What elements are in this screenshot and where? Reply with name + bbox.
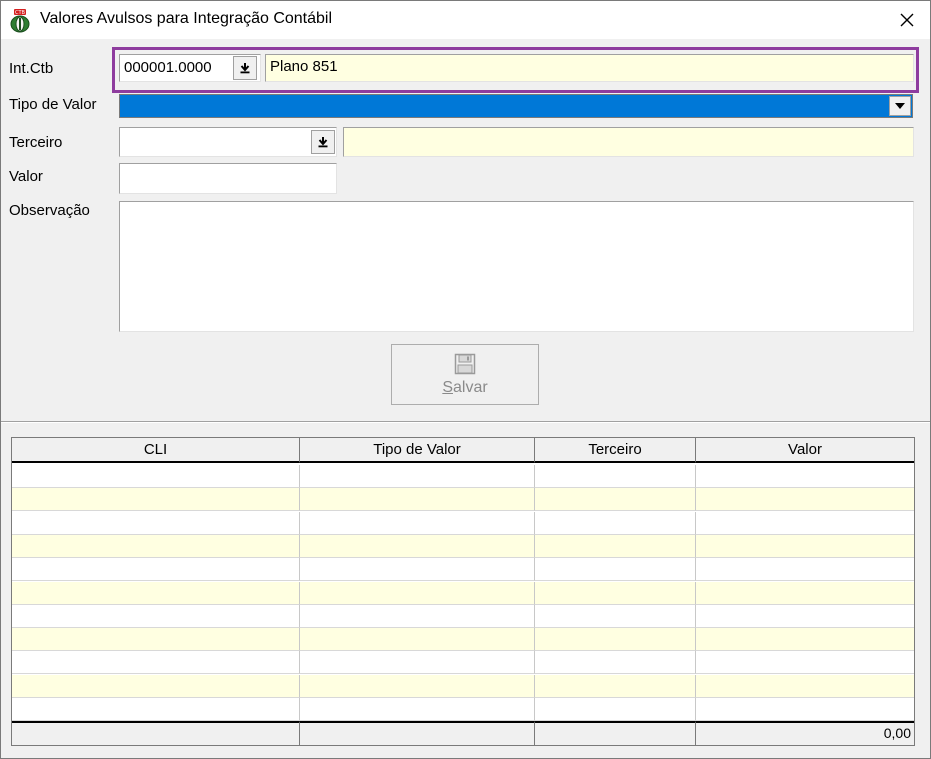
column-header-cli[interactable]: CLI — [12, 438, 300, 463]
grid-cell-cli[interactable] — [12, 581, 300, 605]
intctb-lookup-button[interactable] — [233, 56, 257, 80]
grid-cell-cli[interactable] — [12, 604, 300, 628]
grid-cell-cli[interactable] — [12, 534, 300, 558]
close-icon — [900, 13, 914, 27]
grid-cell-tipo-valor[interactable] — [300, 698, 535, 721]
grid-cell-valor[interactable] — [696, 534, 914, 558]
grid-cell-terceiro[interactable] — [535, 558, 696, 582]
terceiro-description-field — [343, 127, 914, 157]
grid-cell-terceiro[interactable] — [535, 628, 696, 652]
grid-cell-cli[interactable] — [12, 651, 300, 675]
intctb-label: Int.Ctb — [9, 60, 54, 77]
grid-cell-cli[interactable] — [12, 674, 300, 698]
grid-cell-terceiro[interactable] — [535, 511, 696, 535]
grid-cell-tipo-valor[interactable] — [300, 604, 535, 628]
save-button[interactable]: Salvar — [391, 344, 539, 405]
arrow-down-icon — [240, 63, 250, 74]
grid-cell-valor[interactable] — [696, 511, 914, 535]
intctb-description-field: Plano 851 — [265, 54, 914, 82]
observacao-label: Observação — [9, 202, 90, 219]
close-button[interactable] — [884, 1, 930, 39]
grid-cell-valor[interactable] — [696, 488, 914, 512]
grid-cell-terceiro[interactable] — [535, 465, 696, 488]
grid-cell-tipo-valor[interactable] — [300, 488, 535, 512]
column-header-valor[interactable]: Valor — [696, 438, 914, 463]
grid-cell-valor[interactable] — [696, 558, 914, 582]
grid-cell-terceiro[interactable] — [535, 581, 696, 605]
grid-cell-tipo-valor[interactable] — [300, 534, 535, 558]
grid-cell-terceiro[interactable] — [535, 698, 696, 721]
grid-cell-tipo-valor[interactable] — [300, 465, 535, 488]
title-bar: CTB Valores Avulsos para Integração Cont… — [1, 1, 930, 39]
grid-cell-valor[interactable] — [696, 698, 914, 721]
footer-cell-tipo-valor — [300, 721, 535, 745]
arrow-down-icon — [318, 137, 328, 148]
terceiro-code-field[interactable] — [119, 127, 337, 157]
grid-cell-terceiro[interactable] — [535, 488, 696, 512]
grid-cell-tipo-valor[interactable] — [300, 651, 535, 675]
grid-cell-cli[interactable] — [12, 465, 300, 488]
grid-cell-valor[interactable] — [696, 581, 914, 605]
svg-text:CTB: CTB — [15, 10, 26, 16]
valor-label: Valor — [9, 168, 43, 185]
grid-cell-cli[interactable] — [12, 558, 300, 582]
grid-cell-valor[interactable] — [696, 674, 914, 698]
footer-cell-terceiro — [535, 721, 696, 745]
tipo-valor-select[interactable] — [119, 94, 913, 118]
chevron-down-icon — [895, 103, 905, 109]
grid-cell-valor[interactable] — [696, 604, 914, 628]
save-button-label: Salvar — [442, 378, 488, 396]
ctb-app-icon: CTB — [9, 9, 31, 33]
valor-field[interactable] — [119, 163, 337, 194]
grid-cell-tipo-valor[interactable] — [300, 581, 535, 605]
entries-grid[interactable]: CLI Tipo de Valor Terceiro Valor 0,00 — [11, 437, 915, 746]
combo-dropdown-button[interactable] — [889, 96, 911, 116]
section-divider — [1, 421, 930, 423]
grid-cell-cli[interactable] — [12, 628, 300, 652]
column-header-tipo-valor[interactable]: Tipo de Valor — [300, 438, 535, 463]
observacao-textarea[interactable] — [119, 201, 914, 332]
grid-cell-terceiro[interactable] — [535, 651, 696, 675]
grid-cell-cli[interactable] — [12, 511, 300, 535]
window-title: Valores Avulsos para Integração Contábil — [40, 10, 333, 27]
footer-cell-cli — [12, 721, 300, 745]
grid-cell-tipo-valor[interactable] — [300, 511, 535, 535]
grid-cell-terceiro[interactable] — [535, 534, 696, 558]
terceiro-lookup-button[interactable] — [311, 130, 335, 154]
grid-cell-cli[interactable] — [12, 488, 300, 512]
dialog-window: CTB Valores Avulsos para Integração Cont… — [0, 0, 931, 759]
grid-cell-tipo-valor[interactable] — [300, 628, 535, 652]
grid-cell-cli[interactable] — [12, 698, 300, 721]
tipo-valor-label: Tipo de Valor — [9, 96, 97, 113]
column-header-terceiro[interactable]: Terceiro — [535, 438, 696, 463]
grid-cell-valor[interactable] — [696, 465, 914, 488]
terceiro-label: Terceiro — [9, 134, 63, 151]
grid-cell-terceiro[interactable] — [535, 674, 696, 698]
grid-cell-valor[interactable] — [696, 628, 914, 652]
grid-cell-tipo-valor[interactable] — [300, 674, 535, 698]
footer-total-valor: 0,00 — [696, 721, 914, 745]
grid-cell-terceiro[interactable] — [535, 604, 696, 628]
grid-cell-tipo-valor[interactable] — [300, 558, 535, 582]
floppy-disk-icon — [454, 353, 476, 374]
grid-cell-valor[interactable] — [696, 651, 914, 675]
